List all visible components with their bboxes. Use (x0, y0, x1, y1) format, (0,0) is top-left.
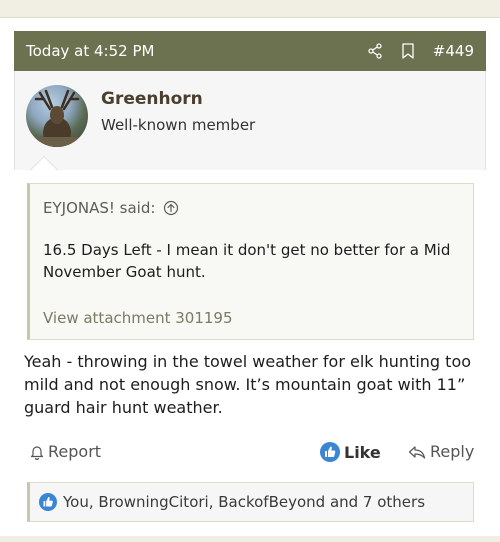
post-actions: Report Like Reply (24, 442, 476, 464)
quote-text: 16.5 Days Left - I mean it don't get no … (43, 241, 451, 281)
quote-attribution[interactable]: EYJONAS! said: (43, 199, 179, 217)
bookmark-icon[interactable] (401, 43, 415, 59)
bottom-strip (0, 536, 500, 542)
reactions-bar[interactable]: You, BrowningCitori, BackofBeyond and 7 … (27, 482, 474, 522)
like-button[interactable]: Like (320, 442, 381, 462)
reply-icon (408, 444, 426, 460)
post-number-link[interactable]: #449 (433, 42, 474, 60)
report-button[interactable]: Report (30, 442, 101, 461)
top-strip (0, 0, 500, 18)
thumbs-up-icon (39, 493, 57, 511)
bell-icon (30, 444, 44, 460)
message-body: Yeah - throwing in the towel weather for… (24, 352, 472, 417)
thumbs-up-icon (320, 442, 340, 462)
reactions-text[interactable]: You, BrowningCitori, BackofBeyond and 7 … (63, 493, 425, 511)
reply-button[interactable]: Reply (408, 442, 474, 461)
like-label: Like (344, 442, 381, 462)
report-label: Report (48, 442, 102, 461)
quote-attribution-label[interactable]: EYJONAS! said: (43, 199, 155, 217)
user-block: Greenhorn Well-known member (14, 71, 486, 170)
attachment-link[interactable]: View attachment 301195 (43, 309, 233, 327)
share-icon[interactable] (367, 43, 383, 59)
post-timestamp[interactable]: Today at 4:52 PM (26, 42, 349, 60)
user-title: Well-known member (101, 116, 256, 134)
arrow-up-circle-icon[interactable] (163, 200, 179, 216)
username[interactable]: Greenhorn (101, 89, 203, 109)
post-header: Today at 4:52 PM #449 (14, 31, 486, 71)
reply-label: Reply (430, 442, 475, 461)
quote-block: EYJONAS! said: 16.5 Days Left - I mean i… (27, 183, 474, 340)
avatar[interactable] (26, 85, 88, 147)
